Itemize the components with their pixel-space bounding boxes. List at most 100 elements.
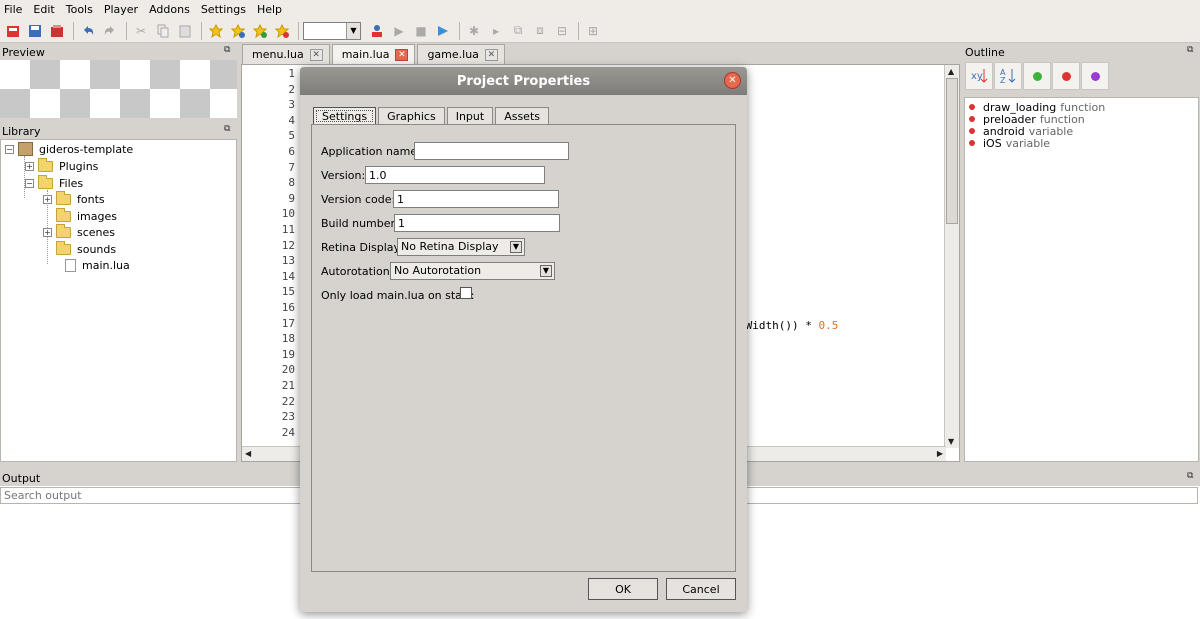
scroll-right-icon[interactable]: ▶	[937, 449, 943, 458]
filter-red-icon[interactable]	[1052, 62, 1080, 90]
scroll-thumb[interactable]	[946, 78, 958, 224]
retina-select-value: No Retina Display	[401, 240, 499, 253]
redo-icon[interactable]	[100, 21, 120, 41]
line-number: 14	[281, 269, 295, 283]
tab-menu-lua[interactable]: menu.lua ✕	[242, 44, 330, 64]
outline-item[interactable]: android variable	[969, 125, 1073, 138]
tab-label: menu.lua	[252, 48, 304, 61]
scroll-left-icon[interactable]: ◀	[245, 449, 251, 458]
tree-root-label: gideros-template	[39, 142, 134, 156]
collapse-icon[interactable]: −	[5, 144, 14, 154]
undock-icon[interactable]: ⧉	[1187, 471, 1193, 481]
menu-settings[interactable]: Settings	[201, 3, 246, 16]
step-icon[interactable]: ▸	[486, 21, 506, 41]
tree-item-files[interactable]: − Files	[25, 174, 83, 191]
expand-icon[interactable]: +	[43, 227, 52, 237]
filter-green-icon[interactable]	[1023, 62, 1051, 90]
undock-icon[interactable]: ⧉	[224, 124, 230, 134]
autorotation-label: Autorotation:	[321, 265, 394, 278]
version-code-field[interactable]: 1	[393, 190, 559, 208]
only-main-label: Only load main.lua on start:	[321, 289, 475, 302]
version-field[interactable]: 1.0	[365, 166, 545, 184]
play-icon[interactable]: ▶	[389, 21, 409, 41]
tree-item-plugins[interactable]: + Plugins	[25, 157, 98, 174]
step-over-icon[interactable]: ⧉	[508, 21, 528, 41]
scroll-up-icon[interactable]: ▲	[948, 67, 954, 76]
app-name-label: Application name:	[321, 145, 421, 158]
menu-tools[interactable]: Tools	[66, 3, 93, 16]
tree-root[interactable]: − gideros-template	[5, 141, 133, 157]
tree-item-images[interactable]: images	[56, 207, 117, 224]
menu-help[interactable]: Help	[257, 3, 282, 16]
autorotation-select-value: No Autorotation	[394, 264, 482, 277]
tab-assets[interactable]: Assets	[495, 107, 549, 124]
variable-dot-icon	[969, 128, 975, 134]
close-icon[interactable]: ✕	[724, 72, 741, 89]
chevron-down-icon: ▼	[510, 241, 522, 253]
undock-icon[interactable]: ⧉	[224, 45, 230, 55]
start-player-icon[interactable]	[367, 21, 387, 41]
stop-icon[interactable]: ■	[411, 21, 431, 41]
line-number: 9	[288, 191, 295, 205]
menu-player[interactable]: Player	[104, 3, 138, 16]
cut-icon[interactable]: ✂	[131, 21, 151, 41]
expand-icon[interactable]: +	[43, 194, 52, 204]
tree-item-main-lua[interactable]: main.lua	[63, 257, 130, 273]
vertical-scrollbar[interactable]: ▲ ▼	[944, 65, 959, 448]
folder-icon	[56, 207, 71, 222]
step-out-icon[interactable]: ⧈	[530, 21, 550, 41]
app-name-field[interactable]	[414, 142, 569, 160]
scroll-down-icon[interactable]: ▼	[948, 437, 954, 446]
save-icon[interactable]	[25, 21, 45, 41]
copy-icon[interactable]	[153, 21, 173, 41]
outline-item[interactable]: preloader function	[969, 113, 1085, 126]
bookmark-clear-icon[interactable]	[272, 21, 292, 41]
outline-title: Outline	[965, 46, 1005, 59]
menu-edit[interactable]: Edit	[33, 3, 54, 16]
lua-file-icon	[65, 258, 76, 272]
autorotation-select[interactable]: No Autorotation ▼	[390, 262, 555, 280]
undock-icon[interactable]: ⧉	[1187, 45, 1193, 55]
library-tree: − gideros-template + Plugins − Files + f…	[0, 139, 237, 462]
tree-item-label: scenes	[77, 225, 116, 239]
ok-button[interactable]: OK	[588, 578, 658, 600]
project-properties-icon[interactable]: ⊞	[583, 21, 603, 41]
outline-item[interactable]: draw_loading function	[969, 101, 1105, 114]
step-return-icon[interactable]: ⊟	[552, 21, 572, 41]
cancel-button[interactable]: Cancel	[666, 578, 736, 600]
save-all-icon[interactable]	[47, 21, 67, 41]
new-project-icon[interactable]	[3, 21, 23, 41]
undo-icon[interactable]	[78, 21, 98, 41]
expand-icon[interactable]: +	[25, 161, 34, 171]
tab-main-lua[interactable]: main.lua ✕	[331, 44, 416, 64]
close-icon[interactable]: ✕	[309, 48, 323, 61]
bookmark-next-icon[interactable]	[228, 21, 248, 41]
tab-graphics[interactable]: Graphics	[378, 107, 445, 124]
tab-settings[interactable]: Settings	[313, 107, 377, 125]
build-number-field[interactable]: 1	[394, 214, 560, 232]
close-icon[interactable]: ✕	[395, 48, 409, 61]
bookmark-toggle-icon[interactable]	[206, 21, 226, 41]
player-select[interactable]: ▼	[303, 21, 361, 40]
export-icon[interactable]	[433, 21, 453, 41]
tree-item-fonts[interactable]: + fonts	[43, 190, 105, 207]
tree-item-sounds[interactable]: sounds	[56, 240, 116, 257]
bookmark-prev-icon[interactable]	[250, 21, 270, 41]
sort-alpha-icon[interactable]: AZ	[994, 62, 1022, 90]
chevron-down-icon: ▼	[346, 22, 360, 39]
outline-item[interactable]: iOS variable	[969, 137, 1050, 150]
tab-game-lua[interactable]: game.lua ✕	[417, 44, 505, 64]
debug-icon[interactable]: ✱	[464, 21, 484, 41]
line-number: 21	[281, 379, 295, 392]
menu-addons[interactable]: Addons	[149, 3, 190, 16]
filter-purple-icon[interactable]	[1081, 62, 1109, 90]
retina-select[interactable]: No Retina Display ▼	[397, 238, 525, 256]
sort-type-icon[interactable]: xy	[965, 62, 993, 90]
collapse-icon[interactable]: −	[25, 178, 34, 188]
paste-icon[interactable]	[175, 21, 195, 41]
close-icon[interactable]: ✕	[484, 48, 498, 61]
only-main-checkbox[interactable]	[460, 287, 472, 299]
menu-file[interactable]: File	[4, 3, 22, 16]
tree-item-scenes[interactable]: + scenes	[43, 223, 116, 240]
tab-input[interactable]: Input	[446, 107, 494, 124]
